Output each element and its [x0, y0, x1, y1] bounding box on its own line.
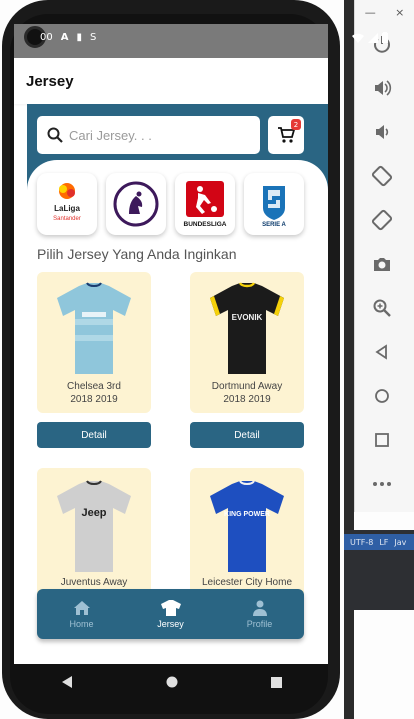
jersey-name: Leicester City Home	[190, 576, 304, 589]
ide-status-bar: UTF-8 LF Jav	[344, 534, 414, 550]
system-nav-bar	[14, 664, 328, 700]
nav-jersey[interactable]: Jersey	[136, 599, 206, 629]
search-input[interactable]	[69, 127, 249, 143]
premier-league-logo-icon	[113, 181, 159, 227]
jersey-season: 2018 2019	[70, 394, 118, 405]
jersey-name: Dortmund Away 2018 2019	[190, 380, 304, 406]
jeep-sponsor-text: Jeep	[81, 507, 106, 519]
battery-icon	[382, 32, 388, 43]
nav-jersey-label: Jersey	[157, 618, 184, 629]
dortmund-jersey-image: EVONIK	[210, 282, 284, 374]
rotate-left-icon[interactable]	[368, 162, 396, 190]
santander-logo-text: Santander	[53, 216, 81, 222]
home-circle-icon[interactable]	[368, 382, 396, 410]
jersey-name: Chelsea 3rd 2018 2019	[37, 380, 151, 406]
more-icon[interactable]	[368, 470, 396, 498]
league-laliga[interactable]: LaLiga Santander	[37, 173, 97, 235]
home-icon	[73, 600, 90, 615]
jersey-card[interactable]: KING POWER Leicester City Home	[190, 468, 304, 609]
league-bundesliga[interactable]: BUNDESLIGA	[175, 173, 235, 235]
close-button[interactable]: ×	[395, 6, 404, 19]
nav-home-label: Home	[69, 618, 94, 629]
league-premier-league[interactable]	[106, 173, 166, 235]
jersey-title: Leicester City Home	[201, 577, 293, 588]
a-icon: A	[60, 32, 69, 43]
detail-button[interactable]: Detail	[37, 422, 151, 448]
leicester-jersey-image: KING POWER	[210, 480, 284, 572]
jersey-icon	[160, 599, 181, 616]
person-icon	[252, 600, 267, 616]
serie-a-logo-text: SERIE A	[262, 222, 286, 228]
king-power-sponsor-text: KING POWER	[224, 511, 270, 518]
bundesliga-logo-icon: BUNDESLIGA	[184, 181, 227, 228]
language-label[interactable]: Jav	[394, 538, 406, 547]
line-separator-label[interactable]: LF	[379, 538, 388, 547]
search-box[interactable]	[37, 116, 260, 154]
section-title: Pilih Jersey Yang Anda Inginkan	[37, 246, 237, 262]
cart-count-badge: 2	[291, 119, 301, 130]
overview-icon[interactable]	[368, 426, 396, 454]
volume-down-icon[interactable]	[368, 118, 396, 146]
camera-icon[interactable]	[368, 250, 396, 278]
detail-button[interactable]: Detail	[190, 422, 304, 448]
jersey-season: 2018 2019	[223, 394, 271, 405]
nav-home[interactable]: Home	[47, 600, 117, 629]
sd-card-icon: ▮	[76, 32, 82, 43]
jersey-card[interactable]: Chelsea 3rd 2018 2019	[37, 272, 151, 413]
system-recents-icon[interactable]	[270, 676, 282, 688]
screenshot-stage: UTF-8 LF Jav — × 00 A ▮ S Jersey Cari Je…	[0, 0, 414, 719]
bottom-navigation: Home Jersey Profile	[37, 589, 304, 639]
laliga-logo-text: LaLiga	[54, 204, 80, 213]
status-left: 00 A ▮ S	[40, 32, 96, 43]
chelsea-jersey-image	[57, 282, 131, 374]
app-bar: Jersey	[14, 58, 328, 104]
jersey-title: Chelsea 3rd	[67, 381, 121, 392]
system-home-icon[interactable]	[166, 676, 178, 688]
s-icon: S	[90, 32, 97, 43]
wifi-icon	[352, 33, 364, 43]
jersey-title: Juventus Away	[60, 577, 128, 588]
league-serie-a[interactable]: SERIE A	[244, 173, 304, 235]
serie-a-logo-icon: SERIE A	[262, 186, 287, 228]
encoding-label[interactable]: UTF-8	[350, 538, 373, 547]
page-title: Jersey	[26, 72, 74, 90]
zoom-icon[interactable]	[368, 294, 396, 322]
evonik-sponsor-text: EVONIK	[232, 313, 263, 322]
nav-profile[interactable]: Profile	[225, 600, 295, 629]
jersey-card[interactable]: EVONIK Dortmund Away 2018 2019	[190, 272, 304, 413]
laliga-logo-icon: LaLiga Santander	[53, 183, 81, 222]
window-controls: — ×	[355, 0, 414, 24]
status-right	[352, 32, 388, 43]
ide-background	[344, 0, 354, 719]
status-time: 00	[40, 32, 53, 43]
volume-up-icon[interactable]	[368, 74, 396, 102]
back-icon[interactable]	[368, 338, 396, 366]
system-back-icon[interactable]	[61, 676, 73, 688]
juventus-jersey-image: Jeep	[57, 480, 131, 572]
cart-button[interactable]: 2	[268, 116, 304, 154]
minimize-button[interactable]: —	[365, 6, 376, 19]
nav-profile-label: Profile	[246, 618, 273, 629]
jersey-name: Juventus Away	[37, 576, 151, 589]
jersey-title: Dortmund Away	[211, 381, 283, 392]
search-icon	[47, 127, 63, 143]
bundesliga-logo-text: BUNDESLIGA	[184, 221, 227, 228]
rotate-right-icon[interactable]	[368, 206, 396, 234]
signal-icon	[368, 32, 378, 43]
jersey-card[interactable]: Jeep Juventus Away	[37, 468, 151, 609]
